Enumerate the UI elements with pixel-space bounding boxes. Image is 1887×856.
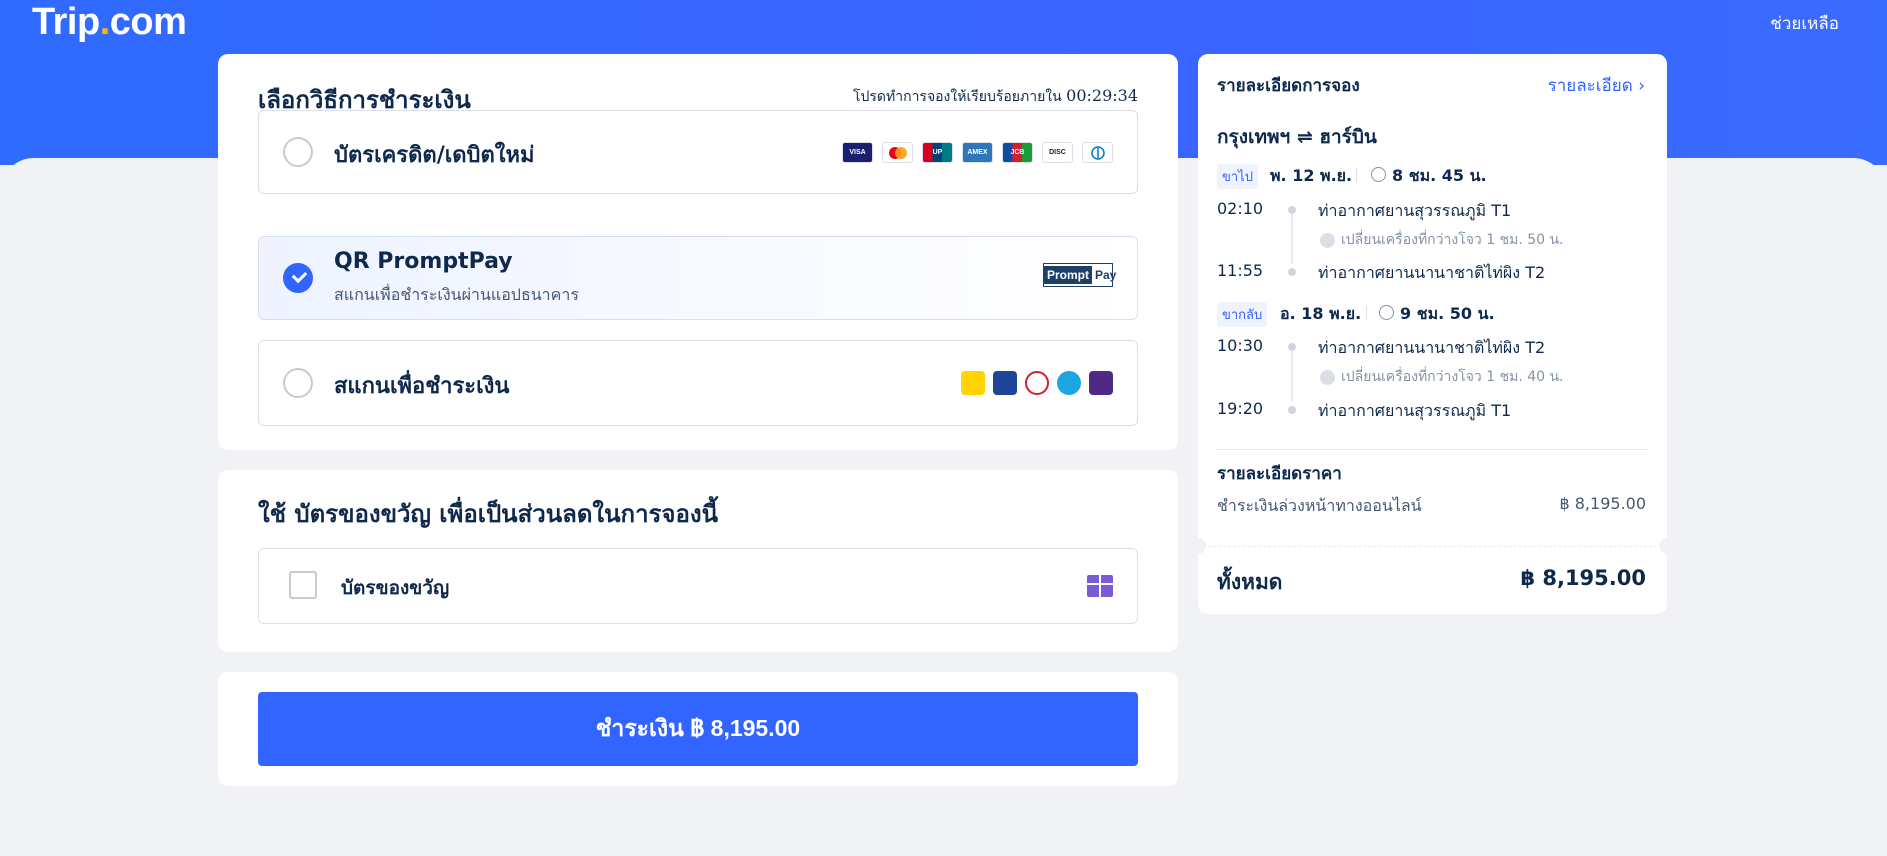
gift-title: ใช้ บัตรของขวัญ เพื่อเป็นส่วนลดในการจองน…: [258, 500, 719, 528]
outbound-transfer: เปลี่ยนเครื่องที่กว่างโจว 1 ชม. 50 น.: [1320, 229, 1564, 251]
clock-icon: [1379, 305, 1394, 320]
details-link-label: รายละเอียด: [1547, 76, 1633, 96]
gift-icon: [1087, 575, 1113, 597]
ticket-notch: [1190, 538, 1206, 554]
trip-logo[interactable]: Trip.com: [32, 0, 187, 44]
option-credit-card[interactable]: บัตรเครดิต/เดบิตใหม่ VISA UP AMEX JCB DI…: [258, 110, 1138, 194]
scan-pay-radio[interactable]: [283, 368, 313, 398]
outbound-dep-time: 02:10: [1217, 199, 1264, 218]
logo-text: Trip: [32, 1, 100, 43]
timeline-line: [1291, 351, 1293, 401]
details-link[interactable]: รายละเอียด ›: [1548, 72, 1645, 99]
outbound-arr-airport: ท่าอากาศยานนานาชาติไท่ผิง T2: [1318, 263, 1546, 282]
amex-icon: AMEX: [962, 142, 993, 163]
promptpay-logo-text-pay: Pay: [1095, 268, 1117, 282]
dashed-divider: [1198, 546, 1667, 547]
outbound-date: พ. 12 พ.ย.: [1270, 166, 1353, 185]
pay-button[interactable]: ชำระเงิน ฿ 8,195.00: [258, 692, 1138, 766]
inbound-arr-time: 19:20: [1217, 399, 1264, 418]
outbound-tag: ขาไป: [1217, 164, 1258, 189]
credit-card-radio[interactable]: [283, 137, 313, 167]
mastercard-icon: [882, 142, 913, 163]
gift-card-option[interactable]: บัตรของขวัญ: [258, 548, 1138, 624]
route-title: กรุงเทพฯ ⇌ ฮาร์บิน: [1217, 126, 1377, 148]
inbound-date: อ. 18 พ.ย.: [1280, 304, 1362, 323]
transfer-icon: [1320, 232, 1335, 248]
card-brand-logos: VISA UP AMEX JCB DISC: [842, 142, 1113, 163]
clock-icon: [1371, 167, 1386, 182]
timeline-dot: [1288, 406, 1296, 414]
divider: [1366, 306, 1367, 320]
price-title: รายละเอียดราคา: [1217, 464, 1342, 484]
option-label: สแกนเพื่อชำระเงิน: [334, 374, 510, 399]
promptpay-radio[interactable]: [283, 263, 313, 293]
timeline-dot: [1288, 206, 1296, 214]
booking-detail-card: รายละเอียดการจอง รายละเอียด › กรุงเทพฯ ⇌…: [1190, 54, 1675, 614]
timeline-dot: [1288, 268, 1296, 276]
pay-button-card: ชำระเงิน ฿ 8,195.00: [218, 672, 1178, 786]
kasikorn-icon: [1025, 371, 1049, 395]
inbound-duration: 9 ชม. 50 น.: [1400, 304, 1495, 323]
booking-title: รายละเอียดการจอง: [1217, 76, 1360, 96]
total-label: ทั้งหมด: [1217, 570, 1283, 594]
discover-icon: DISC: [1042, 142, 1073, 163]
option-label: QR PromptPay: [334, 249, 513, 274]
ticket-notch: [1659, 538, 1675, 554]
chevron-right-icon: ›: [1638, 76, 1645, 96]
logo-dot: .: [99, 1, 111, 43]
gift-card-label: บัตรของขวัญ: [341, 577, 450, 599]
timer-label: โปรดทำการจองให้เรียบร้อยภายใน: [852, 89, 1062, 105]
timer-value: 00:29:34: [1066, 86, 1138, 105]
outbound-dep-airport: ท่าอากาศยานสุวรรณภูมิ T1: [1318, 201, 1512, 220]
inbound-transfer: เปลี่ยนเครื่องที่กว่างโจว 1 ชม. 40 น.: [1320, 366, 1564, 388]
option-qr-promptpay[interactable]: QR PromptPay สแกนเพื่อชำระเงินผ่านแอปธนา…: [258, 236, 1138, 320]
divider: [1356, 168, 1357, 182]
timeline-line: [1291, 214, 1293, 264]
visa-icon: VISA: [842, 142, 873, 163]
inbound-dep-time: 10:30: [1217, 336, 1264, 355]
gift-card-section: ใช้ บัตรของขวัญ เพื่อเป็นส่วนลดในการจองน…: [218, 470, 1178, 652]
promptpay-logo: Prompt Pay: [1043, 263, 1116, 287]
scb-icon: [1089, 371, 1113, 395]
jcb-icon: JCB: [1002, 142, 1033, 163]
price-label: ชำระเงินล่วงหน้าทางออนไลน์: [1217, 496, 1422, 515]
price-value: ฿ 8,195.00: [1559, 494, 1646, 513]
logo-text-tail: com: [109, 1, 187, 43]
option-label: บัตรเครดิต/เดบิตใหม่: [334, 143, 535, 168]
payment-method-card: เลือกวิธีการชำระเงิน โปรดทำการจองให้เรีย…: [218, 54, 1178, 450]
option-sublabel: สแกนเพื่อชำระเงินผ่านแอปธนาคาร: [334, 285, 579, 304]
outbound-arr-time: 11:55: [1217, 261, 1264, 280]
outbound-duration: 8 ชม. 45 น.: [1392, 166, 1487, 185]
timeline-dot: [1288, 343, 1296, 351]
section-divider: [1217, 449, 1647, 450]
bank-logos: [961, 371, 1113, 395]
transfer-text: เปลี่ยนเครื่องที่กว่างโจว 1 ชม. 50 น.: [1341, 232, 1564, 248]
inbound-dep-airport: ท่าอากาศยานนานาชาติไท่ผิง T2: [1318, 338, 1546, 357]
transfer-icon: [1320, 369, 1335, 385]
option-scan-to-pay[interactable]: สแกนเพื่อชำระเงิน: [258, 340, 1138, 426]
krungsri-icon: [961, 371, 985, 395]
transfer-text: เปลี่ยนเครื่องที่กว่างโจว 1 ชม. 40 น.: [1341, 369, 1564, 385]
krungthai-icon: [1057, 371, 1081, 395]
inbound-tag: ขากลับ: [1217, 302, 1268, 327]
bangkok-bank-icon: [993, 371, 1017, 395]
total-value: ฿ 8,195.00: [1520, 566, 1646, 590]
diners-icon: [1082, 142, 1113, 163]
gift-card-checkbox[interactable]: [289, 571, 317, 599]
inbound-arr-airport: ท่าอากาศยานสุวรรณภูมิ T1: [1318, 401, 1512, 420]
promptpay-logo-text: Prompt: [1044, 266, 1092, 284]
payment-timer: โปรดทำการจองให้เรียบร้อยภายใน 00:29:34: [853, 86, 1138, 108]
help-link[interactable]: ช่วยเหลือ: [1770, 10, 1839, 37]
unionpay-icon: UP: [922, 142, 953, 163]
